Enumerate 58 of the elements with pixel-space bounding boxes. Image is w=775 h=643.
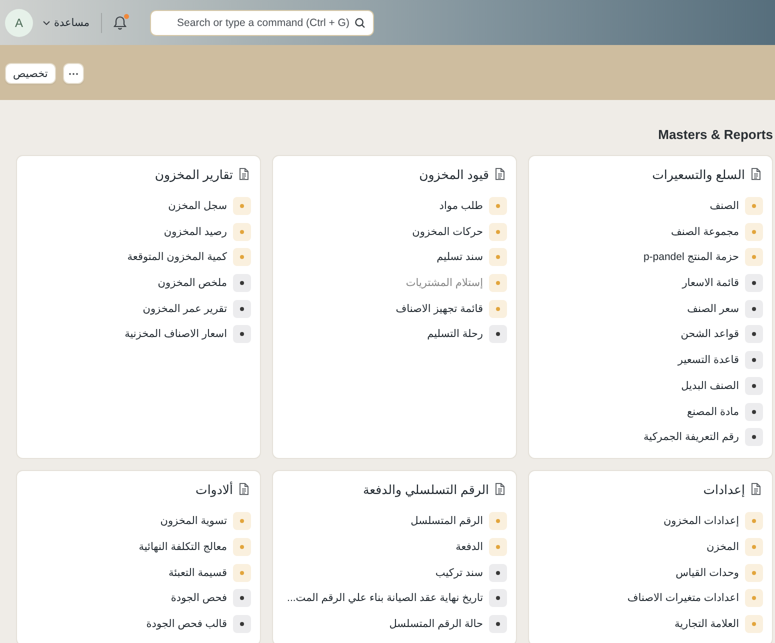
customize-button[interactable]: تخصيص bbox=[5, 63, 56, 84]
card-link[interactable]: تاريخ نهاية عقد الصيانة بناء علي الرقم المت... bbox=[277, 589, 507, 608]
card-link[interactable]: إعدادات المخزون bbox=[533, 512, 763, 530]
card-link[interactable]: المخزن bbox=[533, 538, 763, 556]
card-link[interactable]: الدفعة bbox=[277, 538, 507, 556]
card-link[interactable]: سند تسليم bbox=[277, 248, 507, 266]
card-link[interactable]: قواعد الشحن bbox=[533, 325, 763, 344]
card-link[interactable]: كمية المخزون المتوقعة bbox=[21, 248, 251, 266]
card-link[interactable]: اعدادات متغيرات الاصناف bbox=[533, 589, 763, 608]
search-field[interactable]: Search or type a command (Ctrl + G) bbox=[150, 10, 374, 36]
notifications-button[interactable] bbox=[112, 14, 128, 30]
card-link[interactable]: العلامة التجارية bbox=[533, 614, 763, 633]
card-title: الرقم التسلسلي والدفعة bbox=[362, 482, 489, 497]
card-link[interactable]: سجل المخزن bbox=[21, 197, 251, 215]
card-link[interactable]: طلب مواد bbox=[277, 197, 507, 215]
card-link[interactable]: الرقم المتسلسل bbox=[277, 512, 507, 530]
card-link[interactable]: ملخص المخزون bbox=[21, 274, 251, 292]
card-link[interactable]: قالب فحص الجودة bbox=[21, 614, 251, 633]
card-link[interactable]: قاعدة التسعير bbox=[533, 351, 763, 370]
document-icon bbox=[751, 168, 761, 180]
card-title: السلع والتسعيرات bbox=[652, 166, 745, 182]
card-title: تقارير المخزون bbox=[154, 166, 233, 182]
section-heading: Masters & Reports bbox=[657, 127, 773, 143]
card-link[interactable]: تقرير عمر المخزون bbox=[21, 300, 251, 318]
search-icon bbox=[355, 18, 366, 28]
user-avatar[interactable]: A bbox=[5, 8, 33, 36]
card-link[interactable]: حزمة المنتج p-pandel bbox=[533, 248, 763, 266]
card-link[interactable]: رقم التعريفة الجمركية bbox=[533, 428, 763, 446]
card-link[interactable]: وحدات القياس bbox=[533, 564, 763, 582]
card-link[interactable]: فحص الجودة bbox=[21, 589, 251, 608]
card-link[interactable]: مجموعة الصنف bbox=[533, 222, 763, 241]
card-link[interactable]: تسوية المخزون bbox=[21, 512, 251, 530]
card-title: ألادوات bbox=[196, 482, 233, 497]
card-link[interactable]: سعر الصنف bbox=[533, 300, 763, 318]
card-link[interactable]: إستلام المشتريات bbox=[277, 274, 507, 292]
card-link[interactable]: سند تركيب bbox=[277, 564, 507, 582]
document-icon bbox=[495, 483, 505, 496]
card-link[interactable]: حالة الرقم المتسلسل bbox=[277, 614, 507, 633]
document-icon bbox=[239, 168, 249, 180]
card-title: قيود المخزون bbox=[419, 166, 489, 182]
document-icon bbox=[239, 483, 249, 496]
help-menu[interactable]: مساعدة bbox=[41, 16, 92, 28]
card-link[interactable]: رحلة التسليم bbox=[277, 325, 507, 344]
card-link[interactable]: مادة المصنع bbox=[533, 402, 763, 420]
card-link[interactable]: معالج التكلفة النهائية bbox=[21, 538, 251, 556]
card-link[interactable]: رصيد المخزون bbox=[21, 222, 251, 241]
bell-icon bbox=[113, 15, 128, 30]
card-link[interactable]: حركات المخزون bbox=[277, 222, 507, 241]
card-link[interactable]: قسيمة التعبئة bbox=[21, 564, 251, 582]
caret-icon bbox=[43, 20, 50, 24]
card-link[interactable]: قائمة الاسعار bbox=[533, 274, 763, 292]
card-link[interactable]: الصنف البديل bbox=[533, 376, 763, 395]
document-icon bbox=[495, 168, 505, 180]
card-link[interactable]: الصنف bbox=[533, 197, 763, 215]
card-link[interactable]: اسعار الاصناف المخزنية bbox=[21, 325, 251, 344]
card-title: إعدادات bbox=[703, 482, 745, 497]
document-icon bbox=[751, 483, 761, 496]
card-link[interactable]: قائمة تجهيز الاصناف bbox=[277, 300, 507, 318]
